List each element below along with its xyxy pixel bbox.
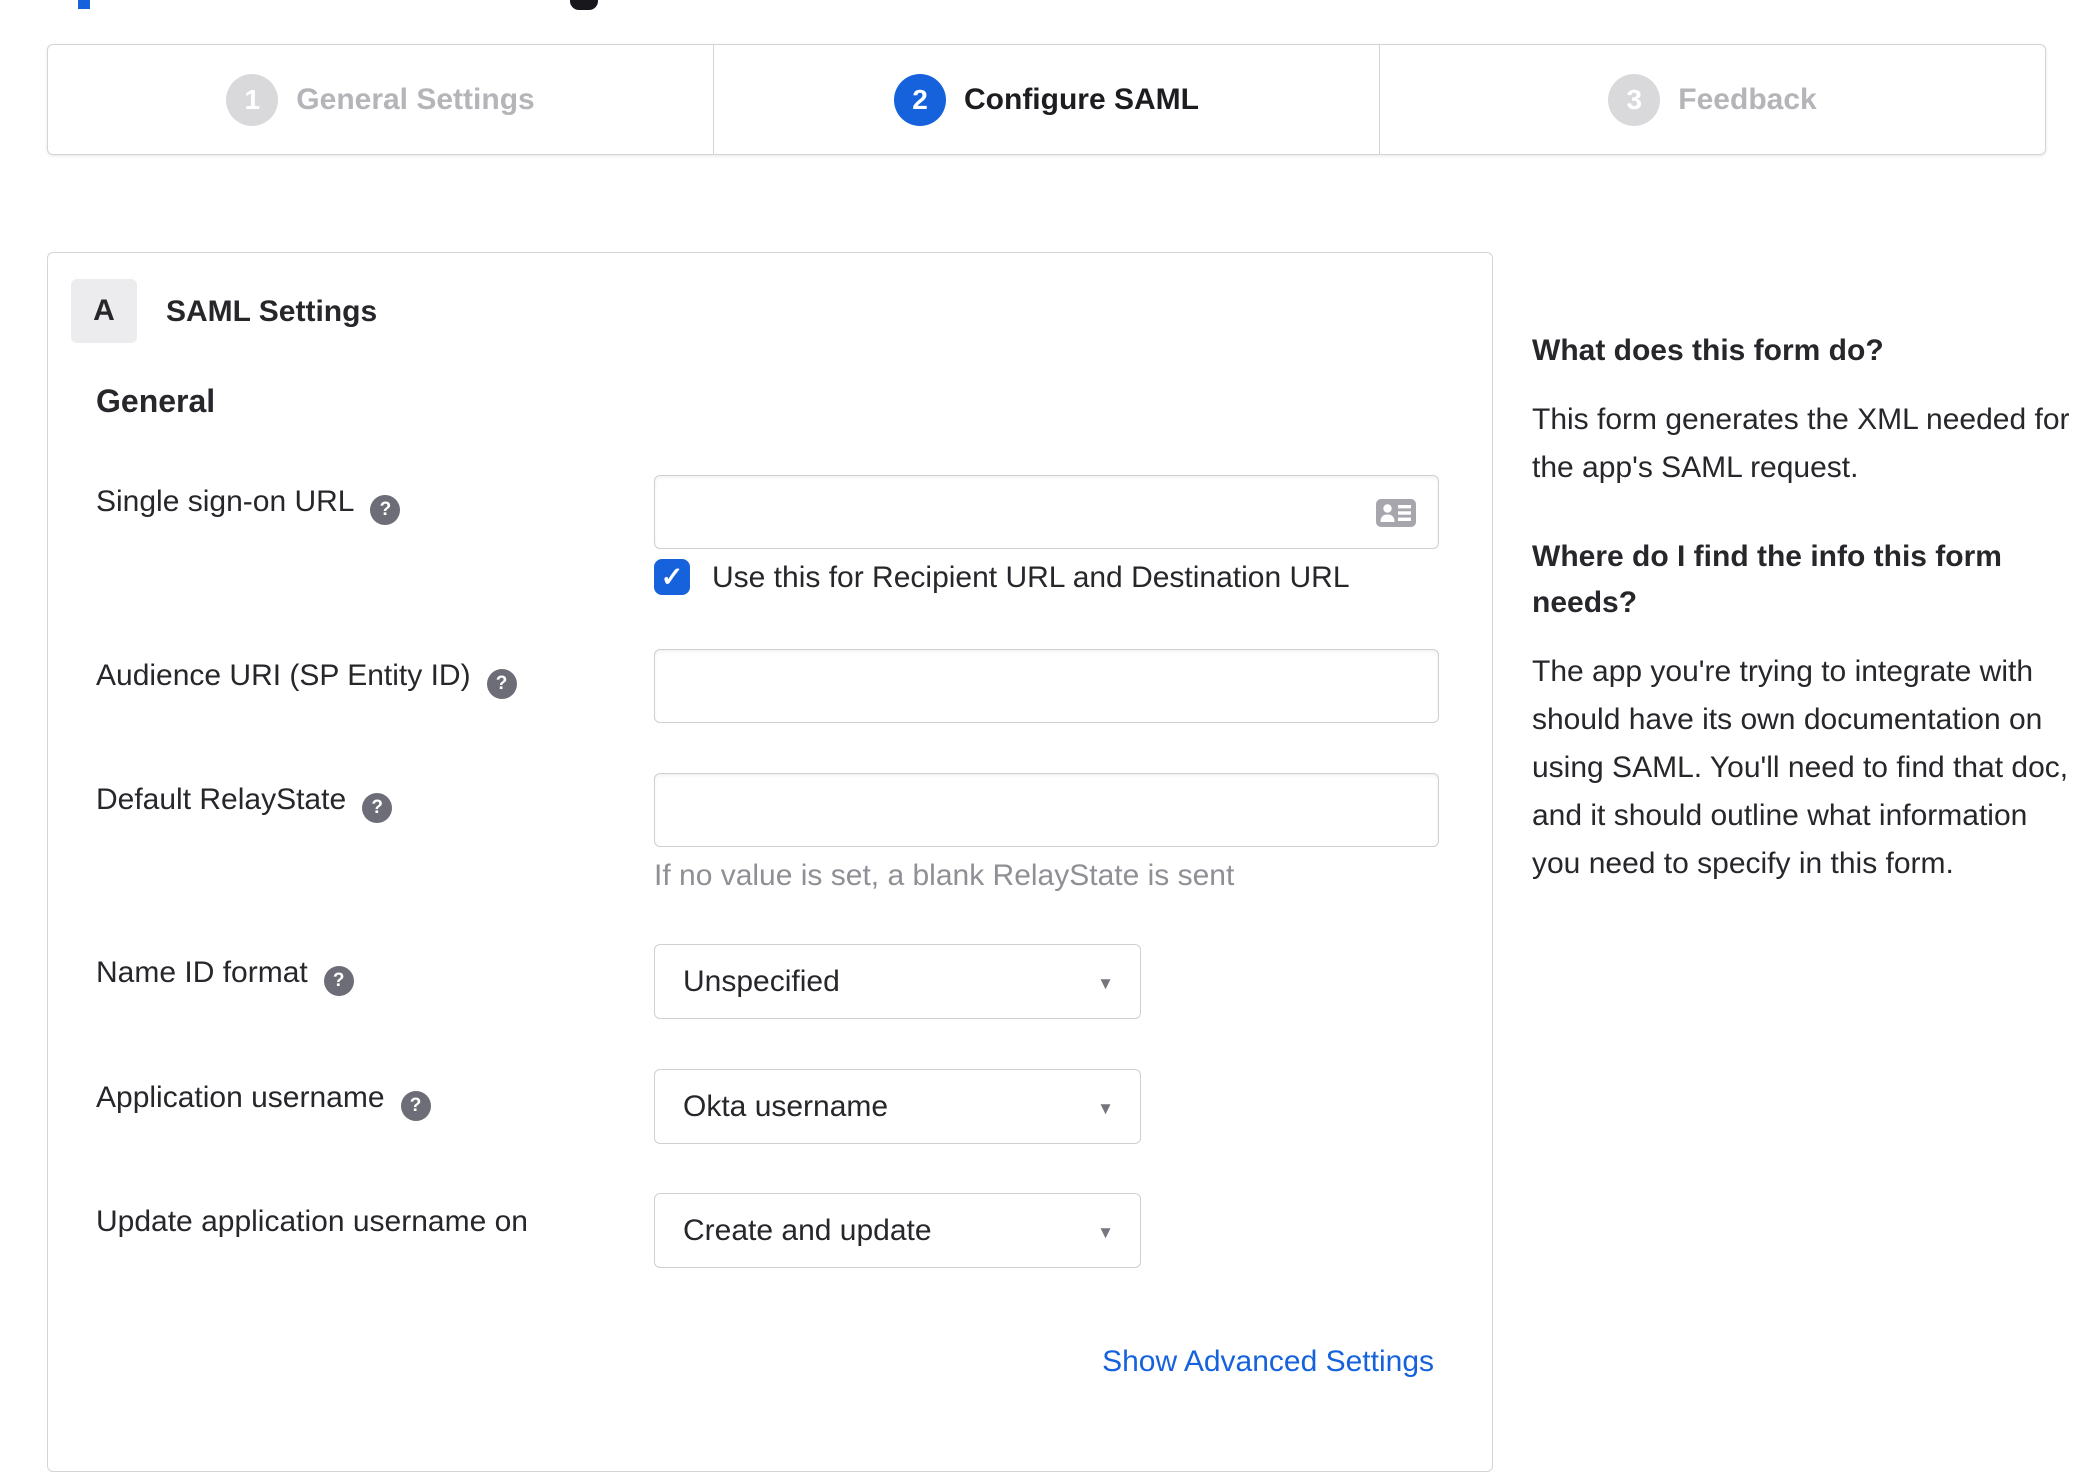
sso-url-help-icon[interactable]: ? bbox=[370, 495, 401, 525]
step-label: Configure SAML bbox=[964, 82, 1199, 116]
chevron-down-icon: ▼ bbox=[1097, 1222, 1114, 1242]
saml-settings-panel: A SAML Settings General Single sign-on U… bbox=[47, 252, 1493, 1472]
sidebar-question-1: What does this form do? bbox=[1532, 334, 1884, 367]
section-a-badge: A bbox=[71, 279, 137, 343]
relaystate-label: Default RelayState bbox=[96, 783, 347, 816]
step-general-settings[interactable]: 1 General Settings bbox=[48, 45, 713, 154]
sidebar-answer-2: The app you're trying to integrate with … bbox=[1532, 655, 2069, 880]
update-username-select[interactable]: Create and update ▼ bbox=[654, 1193, 1141, 1268]
step-configure-saml[interactable]: 2 Configure SAML bbox=[713, 45, 1379, 154]
recipient-url-checkbox[interactable]: ✓ bbox=[654, 559, 690, 595]
audience-uri-input[interactable] bbox=[654, 649, 1439, 723]
chevron-down-icon: ▼ bbox=[1097, 1098, 1114, 1118]
advanced-settings-link-wrap: Show Advanced Settings bbox=[1102, 1345, 1434, 1379]
nameid-select[interactable]: Unspecified ▼ bbox=[654, 944, 1141, 1019]
clipped-dark-icon-fragment bbox=[570, 0, 598, 10]
relaystate-hint: If no value is set, a blank RelayState i… bbox=[654, 859, 1235, 892]
app-username-label: Application username bbox=[96, 1081, 385, 1114]
relaystate-input[interactable] bbox=[654, 773, 1439, 847]
wizard-stepper: 1 General Settings 2 Configure SAML 3 Fe… bbox=[47, 44, 2046, 155]
sso-url-input-wrap bbox=[654, 475, 1439, 549]
app-username-select[interactable]: Okta username ▼ bbox=[654, 1069, 1141, 1144]
checkmark-icon: ✓ bbox=[660, 561, 684, 592]
audience-uri-label: Audience URI (SP Entity ID) bbox=[96, 659, 471, 692]
app-username-select-value: Okta username bbox=[683, 1089, 889, 1123]
step-feedback[interactable]: 3 Feedback bbox=[1379, 45, 2045, 154]
sidebar-answer-1: This form generates the XML needed for t… bbox=[1532, 403, 2070, 484]
sso-url-label: Single sign-on URL bbox=[96, 485, 355, 518]
show-advanced-settings-link[interactable]: Show Advanced Settings bbox=[1102, 1345, 1434, 1378]
step-label: General Settings bbox=[296, 82, 535, 116]
update-username-select-value: Create and update bbox=[683, 1213, 932, 1247]
help-sidebar: What does this form do? This form genera… bbox=[1532, 328, 2077, 930]
update-username-label: Update application username on bbox=[96, 1205, 528, 1238]
recipient-url-checkbox-label: Use this for Recipient URL and Destinati… bbox=[712, 561, 1350, 594]
chevron-down-icon: ▼ bbox=[1097, 973, 1114, 993]
audience-uri-help-icon[interactable]: ? bbox=[486, 669, 517, 699]
app-username-help-icon[interactable]: ? bbox=[400, 1091, 431, 1121]
clipped-blue-accent-fragment bbox=[78, 0, 90, 9]
step-number-badge: 3 bbox=[1608, 73, 1661, 126]
update-username-label-row: Update application username on bbox=[96, 1205, 528, 1239]
sso-url-label-row: Single sign-on URL? bbox=[96, 485, 401, 525]
relaystate-help-icon[interactable]: ? bbox=[362, 793, 393, 823]
step-number-badge: 2 bbox=[894, 73, 946, 126]
step-label: Feedback bbox=[1678, 82, 1817, 116]
nameid-help-icon[interactable]: ? bbox=[323, 966, 354, 996]
audience-uri-label-row: Audience URI (SP Entity ID)? bbox=[96, 659, 517, 699]
sso-url-input[interactable] bbox=[654, 475, 1439, 549]
nameid-label-row: Name ID format? bbox=[96, 956, 354, 996]
general-section-heading: General bbox=[96, 383, 216, 419]
app-username-label-row: Application username? bbox=[96, 1081, 431, 1121]
sidebar-question-2: Where do I find the info this form needs… bbox=[1532, 540, 2002, 619]
nameid-select-value: Unspecified bbox=[683, 964, 840, 998]
relaystate-label-row: Default RelayState? bbox=[96, 783, 393, 823]
nameid-label: Name ID format bbox=[96, 956, 308, 989]
panel-title: SAML Settings bbox=[166, 295, 378, 328]
step-number-badge: 1 bbox=[226, 73, 279, 126]
